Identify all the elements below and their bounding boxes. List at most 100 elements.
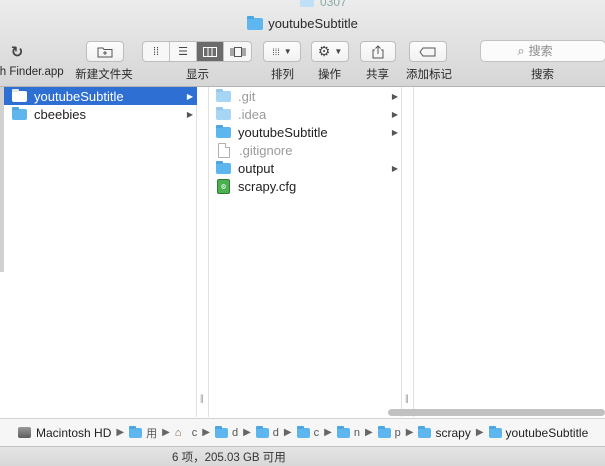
view-mode-control: ⁞⁞ ☰ <box>142 41 252 62</box>
chevron-right-icon: ▶ <box>162 427 170 438</box>
list-item[interactable]: .idea ▶ <box>210 105 402 123</box>
column-1[interactable]: youtubeSubtitle ▶ cbeebies ▶ <box>4 87 197 417</box>
path-item[interactable]: d ▶ <box>255 425 297 439</box>
folder-icon <box>300 0 314 7</box>
new-folder-button[interactable] <box>86 41 124 62</box>
path-item[interactable]: c ▶ <box>296 425 337 439</box>
list-item[interactable]: .gitignore <box>210 141 402 159</box>
home-icon: ⌂ <box>174 426 182 439</box>
new-folder-label: 新建文件夹 <box>75 69 133 81</box>
path-item-label: d <box>231 426 239 439</box>
search-label: 搜索 <box>531 69 554 81</box>
user-folder-icon <box>129 425 143 438</box>
chevron-right-icon: ▶ <box>116 427 125 438</box>
path-item-label: 用 <box>146 427 158 440</box>
resize-grip-icon: || <box>200 393 204 403</box>
back-button[interactable]: ↻ <box>6 41 28 62</box>
arrange-button[interactable]: ⁞⁞⁞ ▼ <box>263 41 301 62</box>
toolbar: 0307 youtubeSubtitle ↻ sh Finder.app 新建文… <box>0 0 605 87</box>
path-bar: Macintosh HD ▶ 用 ▶ ⌂ c ▶ d ▶ d ▶ c ▶ n ▶… <box>0 418 605 446</box>
list-item[interactable]: ⚙ scrapy.cfg <box>210 177 402 195</box>
share-button[interactable] <box>360 41 396 62</box>
grid-icon: ⁞⁞ <box>152 45 160 58</box>
config-file-icon: ⚙ <box>217 178 230 194</box>
new-folder-icon <box>97 47 113 57</box>
chevron-down-icon: ▼ <box>283 47 292 56</box>
item-name: cbeebies <box>34 106 87 122</box>
list-view-button[interactable]: ☰ <box>170 42 197 61</box>
status-text: 6 项，205.03 GB 可用 <box>172 451 286 464</box>
path-item-label: youtubeSubtitle <box>505 425 589 440</box>
column-resize-handle[interactable]: || <box>197 87 209 417</box>
item-name: .git <box>238 88 256 104</box>
list-icon: ☰ <box>178 46 188 58</box>
chevron-down-icon: ▼ <box>334 47 343 56</box>
search-icon: ⌕ <box>517 43 525 58</box>
horizontal-scrollbar[interactable] <box>388 409 605 416</box>
background-tab-label: 0307 <box>320 0 347 9</box>
chevron-right-icon: ▶ <box>391 109 398 119</box>
list-item[interactable]: .git ▶ <box>210 87 402 105</box>
path-item-label: d <box>272 426 279 439</box>
chevron-right-icon: ▶ <box>364 427 373 438</box>
folder-icon <box>216 88 231 102</box>
chevron-right-icon: ▶ <box>391 163 398 173</box>
arrange-label: 排列 <box>271 69 294 81</box>
list-item[interactable]: cbeebies ▶ <box>4 105 197 123</box>
column-view-button[interactable] <box>197 42 224 61</box>
item-name: .idea <box>238 106 267 122</box>
path-item-label: c <box>191 426 198 439</box>
icon-view-button[interactable]: ⁞⁞ <box>143 42 170 61</box>
column-3[interactable] <box>414 87 605 417</box>
path-item-label: p <box>394 426 401 439</box>
folder-icon <box>216 106 231 120</box>
add-tag-button[interactable] <box>409 41 447 62</box>
folder-icon <box>214 425 228 438</box>
search-field[interactable]: ⌕ <box>480 40 605 62</box>
chevron-right-icon: ▶ <box>186 91 193 101</box>
column-resize-handle[interactable]: || <box>402 87 414 417</box>
path-item[interactable]: p ▶ <box>377 425 419 439</box>
list-item[interactable]: youtubeSubtitle ▶ <box>4 87 197 105</box>
path-item[interactable]: ⌂ c ▶ <box>175 427 215 439</box>
path-item[interactable]: n ▶ <box>336 425 378 439</box>
path-item-current[interactable]: youtubeSubtitle <box>488 425 589 440</box>
chevron-right-icon: ▶ <box>283 427 292 438</box>
item-name: scrapy.cfg <box>238 178 297 194</box>
gear-icon: ⚙ <box>317 43 331 59</box>
column-2[interactable]: .git ▶ .idea ▶ youtubeSubtitle ▶ .gitign… <box>210 87 402 417</box>
list-item[interactable]: output ▶ <box>210 159 402 177</box>
path-item-label: c <box>313 426 320 439</box>
item-name: .gitignore <box>239 142 293 158</box>
folder-icon <box>255 425 269 438</box>
list-item[interactable]: youtubeSubtitle ▶ <box>210 123 402 141</box>
chevron-right-icon: ▶ <box>186 109 193 119</box>
path-item-scrapy[interactable]: scrapy ▶ <box>418 425 488 440</box>
view-label: 显示 <box>186 69 209 81</box>
folder-icon <box>216 124 231 138</box>
folder-icon <box>12 88 27 102</box>
chevron-right-icon: ▶ <box>243 427 251 438</box>
background-window-tab[interactable]: 0307 <box>300 0 500 9</box>
folder-icon <box>247 15 264 30</box>
gallery-view-button[interactable] <box>224 42 251 61</box>
gallery-icon <box>230 46 245 57</box>
arrange-grid-icon: ⁞⁞⁞ <box>272 46 280 57</box>
path-item-drive[interactable]: Macintosh HD ▶ <box>18 426 129 440</box>
path-item[interactable]: 用 ▶ <box>129 425 175 441</box>
window-title: youtubeSubtitle <box>0 15 605 31</box>
folder-icon <box>296 425 310 438</box>
resize-grip-icon: || <box>405 393 409 403</box>
search-input[interactable] <box>528 44 569 58</box>
share-label: 共享 <box>366 69 389 81</box>
path-item[interactable]: d ▶ <box>214 425 256 439</box>
add-tag-label: 添加标记 <box>406 69 452 81</box>
chevron-right-icon: ▶ <box>324 427 332 438</box>
back-button-label: sh Finder.app <box>0 66 64 78</box>
share-icon <box>372 44 384 58</box>
chevron-right-icon: ▶ <box>475 427 484 438</box>
item-name: youtubeSubtitle <box>34 88 124 104</box>
column-browser: youtubeSubtitle ▶ cbeebies ▶ || .git ▶ .… <box>0 87 605 417</box>
tag-icon <box>419 47 436 56</box>
action-button[interactable]: ⚙ ▼ <box>311 41 349 62</box>
